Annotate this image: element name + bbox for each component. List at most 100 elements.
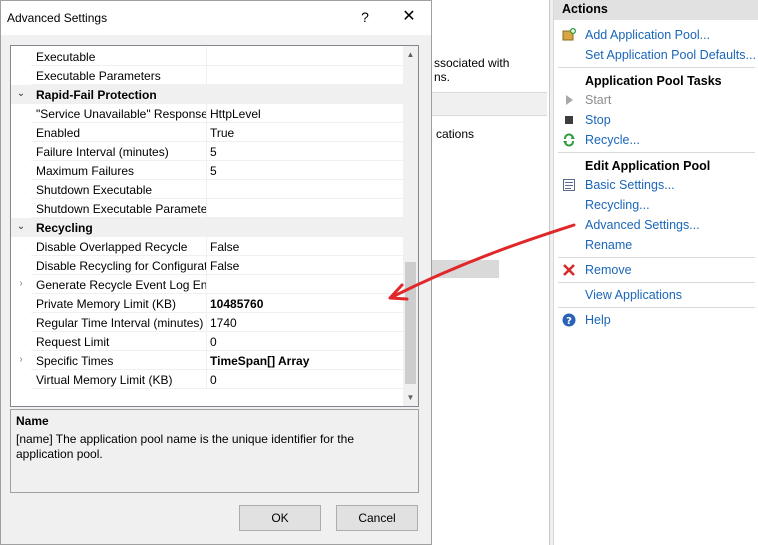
column-divider — [206, 66, 207, 85]
property-row[interactable]: Virtual Memory Limit (KB) 0 — [11, 370, 403, 389]
row-gutter — [11, 123, 31, 142]
property-value[interactable]: 5 — [210, 145, 217, 159]
action-label: View Applications — [585, 288, 683, 302]
start-icon — [562, 93, 576, 107]
row-gutter — [11, 332, 31, 351]
recycling-action[interactable]: Recycling... — [554, 196, 758, 215]
property-value[interactable]: 0 — [210, 373, 217, 387]
property-value[interactable]: False — [210, 240, 239, 254]
actions-separator — [558, 67, 755, 68]
property-row[interactable]: Disable Recycling for Configurat False — [11, 256, 403, 275]
property-row[interactable]: Disable Overlapped Recycle False — [11, 237, 403, 256]
property-row[interactable]: Shutdown Executable Parameter — [11, 199, 403, 218]
property-value[interactable]: 0 — [210, 335, 217, 349]
list-header — [432, 92, 547, 116]
scroll-thumb[interactable] — [405, 262, 416, 384]
column-divider — [206, 275, 207, 294]
start-action[interactable]: Start — [554, 91, 758, 110]
selected-list-row[interactable] — [432, 260, 499, 278]
remove-action[interactable]: Remove — [554, 261, 758, 280]
action-label: Basic Settings... — [585, 178, 675, 192]
close-button[interactable]: ✕ — [395, 5, 423, 29]
property-name: "Service Unavailable" Response T — [36, 107, 206, 121]
row-gutter — [11, 47, 31, 66]
scroll-up-arrow[interactable]: ▲ — [403, 46, 418, 63]
column-divider — [206, 161, 207, 180]
basic-settings-action[interactable]: Basic Settings... — [554, 176, 758, 195]
property-value[interactable]: 5 — [210, 164, 217, 178]
add-pool-icon — [562, 28, 576, 42]
property-name: Private Memory Limit (KB) — [36, 297, 177, 311]
property-value[interactable]: 10485760 — [210, 297, 263, 311]
column-divider — [206, 47, 207, 66]
view-applications-action[interactable]: View Applications — [554, 286, 758, 305]
set-pool-defaults-action[interactable]: Set Application Pool Defaults... — [554, 46, 758, 65]
cancel-button[interactable]: Cancel — [336, 505, 418, 531]
property-row[interactable]: Executable — [11, 47, 403, 66]
column-divider — [206, 180, 207, 199]
ok-button[interactable]: OK — [239, 505, 321, 531]
property-value[interactable]: 1740 — [210, 316, 237, 330]
property-grid: Executable Executable Parameters ⌄ Rapid-Fa… — [10, 45, 419, 407]
stop-action[interactable]: Stop — [554, 111, 758, 130]
action-label: Rename — [585, 238, 633, 252]
column-divider — [206, 142, 207, 161]
category-row[interactable]: ⌄ Rapid-Fail Protection — [11, 85, 403, 104]
advanced-settings-action[interactable]: Advanced Settings... — [554, 216, 758, 235]
background-description-line: ssociated with — [434, 56, 510, 70]
action-label: Recycling... — [585, 198, 650, 212]
actions-separator — [558, 152, 755, 153]
property-row[interactable]: Request Limit 0 — [11, 332, 403, 351]
row-gutter — [11, 294, 31, 313]
actions-title: Actions — [554, 0, 758, 20]
property-row[interactable]: Regular Time Interval (minutes) 1740 — [11, 313, 403, 332]
action-label: Recycle... — [585, 133, 640, 147]
category-row[interactable]: ⌄ Recycling — [11, 218, 403, 237]
row-gutter — [11, 180, 31, 199]
row-gutter — [11, 237, 31, 256]
property-row[interactable]: Private Memory Limit (KB) 10485760 — [11, 294, 403, 313]
property-name: Shutdown Executable — [36, 183, 153, 197]
add-application-pool-action[interactable]: Add Application Pool... — [554, 26, 758, 45]
expand-chevron-icon[interactable]: › — [15, 278, 27, 290]
rename-action[interactable]: Rename — [554, 236, 758, 255]
property-name: Shutdown Executable Parameter — [36, 202, 206, 216]
remove-icon — [562, 263, 576, 277]
property-row[interactable]: "Service Unavailable" Response T HttpLeve… — [11, 104, 403, 123]
property-row[interactable]: Maximum Failures 5 — [11, 161, 403, 180]
column-divider — [206, 370, 207, 389]
property-name: Request Limit — [36, 335, 110, 349]
collapse-chevron-icon[interactable]: ⌄ — [15, 221, 27, 233]
scroll-down-arrow[interactable]: ▼ — [403, 389, 418, 406]
action-label: Add Application Pool... — [585, 28, 711, 42]
advanced-settings-dialog: Advanced Settings ? ✕ Executable Executab… — [0, 0, 432, 545]
property-row[interactable]: › Generate Recycle Event Log Entr — [11, 275, 403, 294]
help-button[interactable]: ? — [353, 5, 377, 29]
property-row[interactable]: › Specific Times TimeSpan[] Array — [11, 351, 403, 370]
column-divider — [206, 294, 207, 313]
property-value[interactable]: TimeSpan[] Array — [210, 354, 309, 368]
recycle-action[interactable]: Recycle... — [554, 131, 758, 150]
dialog-titlebar[interactable]: Advanced Settings ? ✕ — [1, 1, 431, 35]
actions-separator — [558, 282, 755, 283]
column-divider — [206, 104, 207, 123]
recycle-icon — [562, 133, 576, 147]
dialog-title: Advanced Settings — [7, 11, 108, 25]
column-divider — [206, 332, 207, 351]
property-name: Executable — [36, 50, 96, 64]
help-action[interactable]: ? Help — [554, 311, 758, 330]
row-gutter — [11, 161, 31, 180]
property-value[interactable]: False — [210, 259, 239, 273]
property-row[interactable]: Failure Interval (minutes) 5 — [11, 142, 403, 161]
property-row[interactable]: Executable Parameters — [11, 66, 403, 85]
property-row[interactable]: Shutdown Executable — [11, 180, 403, 199]
vertical-scrollbar[interactable]: ▲ ▼ — [403, 46, 418, 406]
expand-chevron-icon[interactable]: › — [15, 354, 27, 366]
column-divider — [206, 256, 207, 275]
property-value[interactable]: True — [210, 126, 234, 140]
property-name: Specific Times — [36, 354, 114, 368]
collapse-chevron-icon[interactable]: ⌄ — [15, 88, 27, 100]
description-panel: Name [name] The application pool name is… — [10, 409, 419, 493]
property-value[interactable]: HttpLevel — [210, 107, 261, 121]
property-row[interactable]: Enabled True — [11, 123, 403, 142]
